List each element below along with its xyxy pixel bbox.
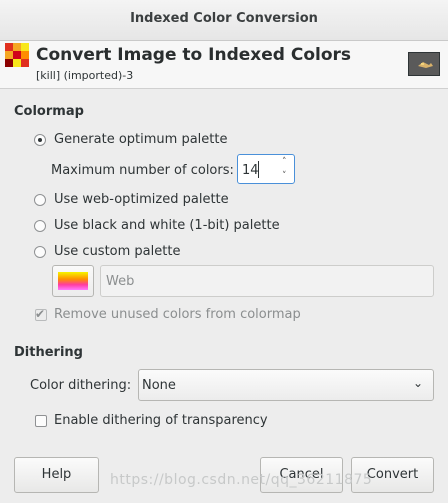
black-white-radio[interactable] xyxy=(34,220,46,232)
image-name: [kill] (imported)-3 xyxy=(36,69,134,82)
color-dithering-value[interactable]: None xyxy=(142,378,176,393)
image-thumbnail xyxy=(408,52,440,76)
custom-palette-label[interactable]: Use custom palette xyxy=(54,244,180,259)
black-white-label[interactable]: Use black and white (1-bit) palette xyxy=(54,218,280,233)
dialog-heading: Convert Image to Indexed Colors xyxy=(36,45,352,65)
max-colors-label: Maximum number of colors: xyxy=(51,163,234,178)
window-title: Indexed Color Conversion xyxy=(130,11,318,26)
palette-preview-icon xyxy=(58,272,88,290)
color-dithering-label: Color dithering: xyxy=(30,378,132,393)
dither-transparency-checkbox[interactable] xyxy=(35,415,47,427)
dithering-heading: Dithering xyxy=(14,345,83,360)
generate-optimum-radio[interactable] xyxy=(34,134,46,146)
colormap-heading: Colormap xyxy=(14,104,84,119)
custom-palette-field xyxy=(100,265,434,297)
generate-optimum-label[interactable]: Generate optimum palette xyxy=(54,132,227,147)
text-cursor xyxy=(258,161,259,178)
custom-palette-name: Web xyxy=(106,274,135,289)
dither-transparency-label[interactable]: Enable dithering of transparency xyxy=(54,413,268,428)
help-button[interactable]: Help xyxy=(14,457,99,493)
chevron-up-icon[interactable]: ˄ xyxy=(282,157,287,167)
chevron-down-icon[interactable]: ⌄ xyxy=(413,376,423,390)
max-colors-value[interactable]: 14 xyxy=(242,163,259,178)
gimp-indexed-icon xyxy=(5,43,29,67)
color-dithering-select[interactable] xyxy=(138,369,434,401)
remove-unused-label: Remove unused colors from colormap xyxy=(54,307,301,322)
watermark-text: https://blog.csdn.net/qq_36211875 xyxy=(110,472,373,488)
custom-palette-radio[interactable] xyxy=(34,246,46,258)
chevron-down-icon[interactable]: ˅ xyxy=(282,171,287,181)
check-icon: ✔ xyxy=(35,307,46,321)
web-optimized-label[interactable]: Use web-optimized palette xyxy=(54,192,229,207)
web-optimized-radio[interactable] xyxy=(34,194,46,206)
